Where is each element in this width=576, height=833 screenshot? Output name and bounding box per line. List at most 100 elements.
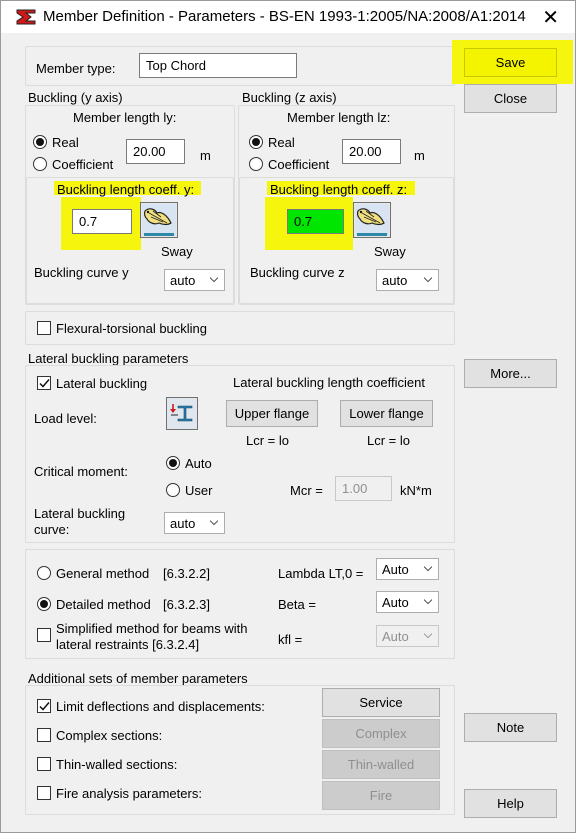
mcr-label: Mcr = [290,483,323,498]
member-type-field[interactable]: Top Chord [139,53,297,78]
real-z-radio[interactable] [249,135,263,149]
real-y-label: Real [52,135,79,150]
flexural-torsional-checkbox[interactable] [37,321,51,335]
detailed-method-label: Detailed method [56,597,151,612]
complex-button[interactable]: Complex [322,719,440,748]
buckling-curve-y-label: Buckling curve y [34,265,129,280]
save-button[interactable]: Save [464,48,557,77]
close-button[interactable]: Close [464,84,557,113]
general-method-radio[interactable] [37,566,51,580]
coefficient-y-radio[interactable] [33,157,47,171]
upper-flange-button[interactable]: Upper flange [226,400,318,427]
lateral-buckling-checkbox[interactable] [37,376,51,390]
lateral-buckling-label: Lateral buckling [56,376,148,391]
fire-analysis-checkbox[interactable] [37,786,51,800]
chevron-down-icon [210,520,218,526]
sway-y-button[interactable] [140,202,178,238]
coefficient-z-label: Coefficient [268,157,330,172]
user-moment-label: User [185,483,213,498]
chevron-down-icon [424,599,432,605]
buckling-z-group-label: Buckling (z axis) [242,90,337,105]
buckling-coeff-z-field[interactable]: 0.7 [287,209,344,234]
coefficient-y-label: Coefficient [52,157,114,172]
member-length-z-field[interactable]: 20.00 [342,139,401,164]
thin-walled-label: Thin-walled sections: [56,757,178,772]
member-length-y-field[interactable]: 20.00 [126,139,185,164]
close-window-icon[interactable]: ✕ [542,5,559,29]
member-length-z-label: Member length lz: [287,110,391,125]
lateral-curve-label-line1: Lateral buckling [34,506,126,521]
buckling-coeff-z-label: Buckling length coeff. z: [270,182,408,197]
beta-select[interactable]: Auto [376,591,439,613]
complex-sections-label: Complex sections: [56,728,163,743]
user-moment-radio[interactable] [166,483,180,497]
flexural-torsional-label: Flexural-torsional buckling [56,321,208,336]
sway-z-label: Sway [374,244,406,259]
limit-deflections-checkbox[interactable] [37,699,51,713]
buckling-curve-y-select[interactable]: auto [164,269,225,291]
lateral-curve-select[interactable]: auto [164,512,225,534]
detailed-method-radio[interactable] [37,597,51,611]
dialog-window: Member Definition - Parameters - BS-EN 1… [0,0,576,833]
buckling-curve-z-select[interactable]: auto [376,269,439,291]
chevron-down-icon [424,277,432,283]
real-y-radio[interactable] [33,135,47,149]
buckling-curve-z-label: Buckling curve z [250,265,345,280]
simplified-method-checkbox[interactable] [37,628,51,642]
buckling-coeff-y-label: Buckling length coeff. y: [57,182,195,197]
load-level-label: Load level: [34,411,97,426]
chevron-down-icon [210,277,218,283]
chevron-down-icon [424,633,432,639]
load-level-button[interactable] [166,397,198,430]
thin-walled-button[interactable]: Thin-walled [322,750,440,779]
lateral-coeff-title: Lateral buckling length coefficient [233,375,425,390]
checkmark-icon [39,702,50,711]
mcr-unit: kN*m [400,483,432,498]
real-z-label: Real [268,135,295,150]
sway-z-button[interactable] [353,202,391,238]
member-type-label: Member type: [36,61,116,76]
lateral-group-label: Lateral buckling parameters [28,351,189,366]
lateral-curve-label-line2: curve: [34,522,70,537]
length-z-unit: m [414,148,425,163]
kfl-select[interactable]: Auto [376,625,439,647]
thin-walled-checkbox[interactable] [37,757,51,771]
fire-analysis-label: Fire analysis parameters: [56,786,202,801]
complex-sections-checkbox[interactable] [37,728,51,742]
chevron-down-icon [424,566,432,572]
lower-flange-button[interactable]: Lower flange [340,400,433,427]
checkmark-icon [39,379,50,388]
window-title: Member Definition - Parameters - BS-EN 1… [43,8,526,25]
buckling-y-group-label: Buckling (y axis) [28,90,123,105]
limit-deflections-label: Limit deflections and displacements: [56,699,265,714]
note-button[interactable]: Note [464,713,557,742]
i-beam-load-icon [170,404,193,422]
more-button[interactable]: More... [464,359,557,388]
help-button[interactable]: Help [464,789,557,818]
sway-y-label: Sway [161,244,193,259]
member-length-y-label: Member length ly: [73,110,177,125]
sway-bird-icon [142,204,176,236]
general-method-label: General method [56,566,150,581]
length-y-unit: m [200,148,211,163]
kfl-label: kfl = [278,632,303,647]
beta-label: Beta = [278,597,316,612]
detailed-method-ref: [6.3.2.3] [163,597,210,612]
lambda-select[interactable]: Auto [376,558,439,580]
auto-moment-label: Auto [185,456,212,471]
general-method-ref: [6.3.2.2] [163,566,210,581]
fire-button[interactable]: Fire [322,781,440,810]
simplified-method-label-line1: Simplified method for beams with [56,621,248,636]
sway-bird-icon [355,204,389,236]
title-bar: Member Definition - Parameters - BS-EN 1… [1,1,575,33]
buckling-coeff-y-field[interactable]: 0.7 [72,209,132,234]
mcr-field[interactable]: 1.00 [335,476,392,501]
lcr-upper-label: Lcr = lo [246,433,289,448]
simplified-method-label-line2: lateral restraints [6.3.2.4] [56,637,200,652]
app-logo-icon [15,8,37,26]
auto-moment-radio[interactable] [166,456,180,470]
critical-moment-label: Critical moment: [34,464,128,479]
service-button[interactable]: Service [322,688,440,717]
coefficient-z-radio[interactable] [249,157,263,171]
lambda-label: Lambda LT,0 = [278,566,364,581]
